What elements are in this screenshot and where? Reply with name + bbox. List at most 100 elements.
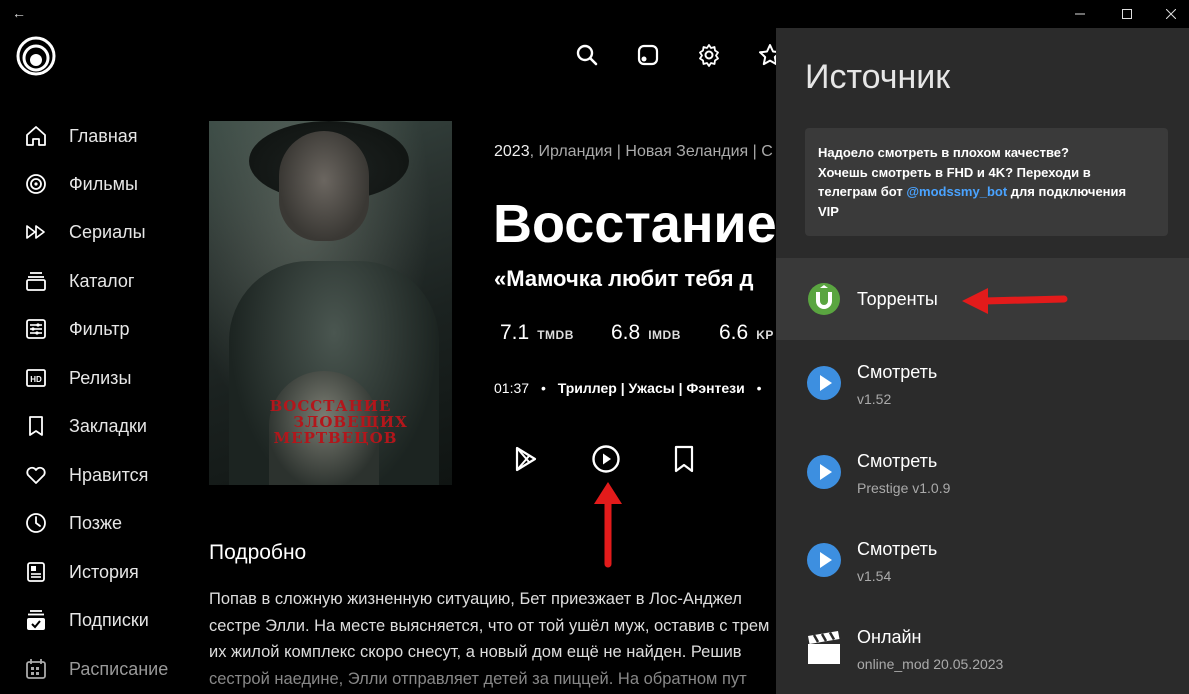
description-line: сестрой наедине, Элли отправляет детей з… xyxy=(209,669,747,688)
rating-source: TMDB xyxy=(537,328,574,342)
movie-description: Попав в сложную жизненную ситуацию, Бет … xyxy=(209,586,779,692)
minimize-button[interactable] xyxy=(1057,0,1103,28)
sidebar-item-label: Расписание xyxy=(69,658,169,679)
notice-line: VIP xyxy=(818,203,839,219)
bookmark-icon xyxy=(24,414,48,438)
cast-button[interactable] xyxy=(633,40,663,70)
minimize-icon xyxy=(1075,13,1085,15)
source-item-online[interactable]: Онлайн online_mod 20.05.2023 xyxy=(776,608,1189,690)
source-item-watch-1[interactable]: Смотреть v1.52 xyxy=(776,343,1189,425)
play-circle-icon xyxy=(807,366,841,400)
rating-imdb: 6.8 IMDB xyxy=(611,321,681,345)
home-icon xyxy=(24,124,48,148)
movie-countries: , Ирландия | Новая Зеландия | С xyxy=(529,143,773,160)
logo-icon xyxy=(16,36,56,76)
back-button[interactable]: ← xyxy=(12,5,26,21)
maximize-button[interactable] xyxy=(1104,0,1150,28)
rating-kp: 6.6 KP xyxy=(719,321,774,345)
sidebar-item-movies[interactable]: Фильмы xyxy=(0,164,200,204)
bookmark-button[interactable] xyxy=(666,441,702,477)
panel-title: Источник xyxy=(805,58,951,96)
sidebar-item-label: Каталог xyxy=(69,270,135,291)
source-item-watch-3[interactable]: Смотреть v1.54 xyxy=(776,520,1189,602)
rating-value: 6.6 xyxy=(719,321,749,344)
movie-genres: Триллер | Ужасы | Фэнтези xyxy=(557,380,745,396)
sidebar-item-label: Фильтр xyxy=(69,318,130,339)
notice-line-pre: телеграм бот xyxy=(818,184,907,199)
film-reel-icon xyxy=(24,172,48,196)
sidebar-item-home[interactable]: Главная xyxy=(0,116,200,156)
sidebar-item-subscriptions[interactable]: Подписки xyxy=(0,600,200,640)
filter-icon xyxy=(24,317,48,341)
bookmark-icon xyxy=(674,445,694,473)
sidebar-item-label: Сериалы xyxy=(69,221,146,242)
sidebar-item-label: История xyxy=(69,561,139,582)
play-circle-outline-icon xyxy=(592,445,620,473)
details-heading: Подробно xyxy=(209,541,307,564)
play-circle-icon xyxy=(807,455,841,489)
gear-icon xyxy=(699,44,719,67)
annotation-arrow-left xyxy=(962,288,1068,314)
notice-text: Надоело смотреть в плохом качестве? Хоче… xyxy=(818,143,1158,221)
hd-icon: HD xyxy=(24,366,48,390)
sidebar-item-later[interactable]: Позже xyxy=(0,503,200,543)
movie-duration: 01:37 xyxy=(494,380,530,396)
sidebar-item-releases[interactable]: HD Релизы xyxy=(0,358,200,398)
history-icon xyxy=(24,560,48,584)
source-name: Онлайн xyxy=(857,627,922,647)
catalog-icon xyxy=(24,269,48,293)
vip-notice: Надоело смотреть в плохом качестве? Хоче… xyxy=(805,128,1168,236)
source-item-watch-2[interactable]: Смотреть Prestige v1.0.9 xyxy=(776,432,1189,514)
rating-source: KP xyxy=(756,328,774,342)
sidebar-item-schedule[interactable]: Расписание xyxy=(0,649,200,689)
sidebar-item-label: Позже xyxy=(69,512,123,533)
movie-title: Восстание xyxy=(493,194,777,254)
clock-icon xyxy=(24,511,48,535)
annotation-arrow-up xyxy=(594,482,622,568)
sidebar-item-label: Закладки xyxy=(69,415,147,436)
description-line: Попав в сложную жизненную ситуацию, Бет … xyxy=(209,590,742,608)
utorrent-icon xyxy=(808,283,840,315)
source-name: Торренты xyxy=(857,289,938,309)
source-name: Смотреть xyxy=(857,539,938,559)
movie-info: 01:37 • Триллер | Ужасы | Фэнтези • xyxy=(494,380,762,396)
telegram-bot-link[interactable]: @modssmy_bot xyxy=(906,184,1007,199)
poster-title-line: МЕРТВЕЦОВ xyxy=(273,429,398,447)
search-icon xyxy=(576,44,598,66)
cast-icon xyxy=(637,44,659,66)
movie-meta: 2023, Ирландия | Новая Зеландия | С xyxy=(494,143,773,161)
double-play-icon xyxy=(24,220,48,244)
sidebar-item-bookmarks[interactable]: Закладки xyxy=(0,406,200,446)
notice-line-post: для подключения xyxy=(1007,184,1127,199)
movie-year: 2023 xyxy=(494,143,530,160)
close-button[interactable] xyxy=(1148,0,1189,28)
source-version: v1.54 xyxy=(857,568,892,584)
sidebar-item-history[interactable]: История xyxy=(0,552,200,592)
search-button[interactable] xyxy=(572,40,602,70)
sidebar-item-label: Подписки xyxy=(69,609,149,630)
movie-tagline: «Мамочка любит тебя д xyxy=(494,266,754,291)
rating-value: 7.1 xyxy=(500,321,530,344)
app-logo[interactable] xyxy=(16,36,56,76)
source-name: Смотреть xyxy=(857,362,938,382)
source-version: online_mod 20.05.2023 xyxy=(857,656,1004,672)
source-name: Смотреть xyxy=(857,451,938,471)
watch-button[interactable] xyxy=(588,441,624,477)
rating-value: 6.8 xyxy=(611,321,641,344)
source-version: v1.52 xyxy=(857,391,892,407)
rating-source: IMDB xyxy=(648,328,681,342)
notice-line: телеграм бот @modssmy_bot для подключени… xyxy=(818,182,1158,202)
settings-button[interactable] xyxy=(694,40,724,70)
notice-line: Надоело смотреть в плохом качестве? xyxy=(818,145,1069,160)
play-circle-icon xyxy=(807,543,841,577)
trailer-button[interactable] xyxy=(508,441,544,477)
sidebar-item-series[interactable]: Сериалы xyxy=(0,212,200,252)
sidebar-item-filter[interactable]: Фильтр xyxy=(0,309,200,349)
notice-line: Хочешь смотреть в FHD и 4K? Переходи в xyxy=(818,164,1091,180)
sidebar-item-catalog[interactable]: Каталог xyxy=(0,261,200,301)
sidebar-item-likes[interactable]: Нравится xyxy=(0,455,200,495)
description-line: сестре Элли. На месте выясняется, что от… xyxy=(209,616,770,635)
maximize-icon xyxy=(1122,9,1132,19)
sidebar-item-label: Фильмы xyxy=(69,173,138,194)
clapperboard-icon xyxy=(808,631,840,664)
